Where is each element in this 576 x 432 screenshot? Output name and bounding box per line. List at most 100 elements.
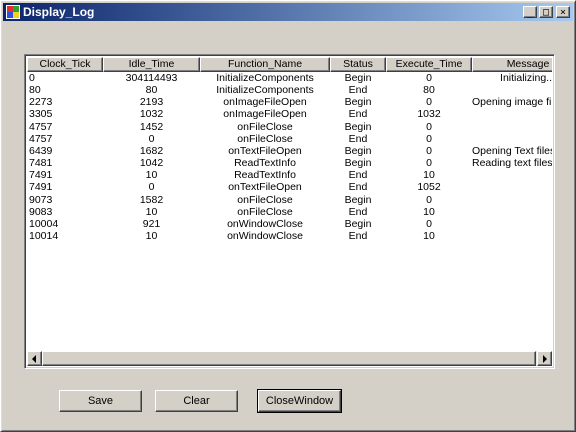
minimize-button[interactable]: _	[523, 6, 537, 18]
save-button[interactable]: Save	[59, 390, 142, 412]
cell-idle-time: 10	[145, 169, 158, 182]
cell-idle-time: 1682	[139, 144, 164, 157]
cell-function-name: onWindowClose	[227, 217, 303, 230]
cell-status: Begin	[344, 144, 372, 157]
cell-clock-tick: 9083	[29, 205, 53, 218]
cell-message	[472, 206, 552, 218]
list-rows: 0 304114493 InitializeComponents Begin 0 Init…	[27, 72, 552, 350]
cell-function-name: onWindowClose	[227, 229, 303, 242]
cell-function-name: ReadTextInfo	[234, 157, 296, 170]
cell-execute-time: 1052	[417, 181, 441, 194]
cell-execute-time: 10	[423, 169, 435, 182]
cell-function-name: onTextFileOpen	[228, 181, 302, 194]
cell-status: Begin	[344, 96, 372, 109]
column-header-function-name[interactable]: Function_Name	[200, 57, 330, 72]
window-title: Display_Log	[23, 5, 95, 19]
cell-idle-time: 1042	[139, 157, 164, 170]
cell-status: Begin	[344, 72, 372, 84]
table-row[interactable]: 7481 1042 ReadTextInfo Begin 0 Reading text f…	[27, 157, 552, 169]
cell-status: Begin	[344, 157, 372, 170]
cell-idle-time: 10	[145, 229, 158, 242]
table-row[interactable]: 9083 10 onFileClose End 10	[27, 206, 552, 218]
cell-clock-tick: 4757	[29, 132, 53, 145]
cell-function-name: onFileClose	[237, 193, 293, 206]
cell-message	[472, 169, 552, 181]
cell-message: Reading text files	[472, 157, 552, 170]
cell-clock-tick: 6439	[29, 144, 53, 157]
cell-clock-tick: 4757	[29, 120, 53, 133]
table-row[interactable]: 10014 10 onWindowClose End 10	[27, 230, 552, 242]
cell-execute-time: 1032	[417, 108, 441, 121]
cell-execute-time: 0	[426, 144, 432, 157]
cell-execute-time: 0	[426, 72, 432, 84]
table-row[interactable]: 9073 1582 onFileClose Begin 0	[27, 194, 552, 206]
table-row[interactable]: 10004 921 onWindowClose Begin 0	[27, 218, 552, 230]
cell-message	[472, 218, 552, 230]
cell-clock-tick: 3305	[29, 108, 53, 121]
table-row[interactable]: 0 304114493 InitializeComponents Begin 0 Init…	[27, 72, 552, 84]
app-icon	[6, 5, 20, 19]
cell-status: End	[348, 84, 368, 97]
cell-clock-tick: 9073	[29, 193, 53, 206]
cell-clock-tick: 0	[29, 72, 35, 84]
cell-idle-time: 0	[148, 181, 155, 194]
table-row[interactable]: 80 80 InitializeComponents End 80	[27, 84, 552, 96]
cell-function-name: onFileClose	[237, 132, 293, 145]
cell-status: End	[348, 132, 368, 145]
title-bar[interactable]: Display_Log _ □ ×	[3, 3, 573, 21]
cell-execute-time: 0	[426, 120, 432, 133]
column-header-status[interactable]: Status	[330, 57, 386, 72]
scrollbar-thumb[interactable]	[42, 351, 536, 366]
cell-execute-time: 0	[426, 193, 432, 206]
table-row[interactable]: 7491 10 ReadTextInfo End 10	[27, 169, 552, 181]
cell-execute-time: 10	[423, 229, 435, 242]
table-row[interactable]: 4757 1452 onFileClose Begin 0	[27, 121, 552, 133]
scroll-left-button[interactable]	[27, 351, 42, 366]
clear-button[interactable]: Clear	[155, 390, 238, 412]
maximize-button[interactable]: □	[539, 6, 553, 18]
table-row[interactable]: 4757 0 onFileClose End 0	[27, 133, 552, 145]
cell-clock-tick: 7491	[29, 181, 53, 194]
cell-status: End	[348, 169, 368, 182]
cell-message	[472, 121, 552, 133]
column-header-idle-time[interactable]: Idle_Time	[103, 57, 200, 72]
cell-message	[472, 181, 552, 193]
scroll-right-button[interactable]	[537, 351, 552, 366]
cell-clock-tick: 7481	[29, 157, 53, 170]
cell-idle-time: 2193	[139, 96, 164, 109]
table-row[interactable]: 7491 0 onTextFileOpen End 1052	[27, 181, 552, 193]
cell-idle-time: 1452	[139, 120, 164, 133]
cell-clock-tick: 10014	[29, 229, 59, 242]
column-header-message[interactable]: Message	[472, 57, 552, 72]
close-button[interactable]: ×	[556, 6, 570, 18]
horizontal-scrollbar[interactable]	[27, 351, 552, 366]
cell-idle-time: 1582	[139, 193, 164, 206]
cell-function-name: onFileClose	[237, 120, 293, 133]
cell-execute-time: 0	[426, 96, 432, 109]
arrow-right-icon	[543, 355, 547, 363]
cell-idle-time: 304114493	[125, 72, 178, 84]
cell-idle-time: 80	[145, 84, 158, 97]
cell-function-name: ReadTextInfo	[234, 169, 296, 182]
cell-function-name: onImageFileOpen	[223, 96, 307, 109]
cell-clock-tick: 10004	[29, 217, 59, 230]
cell-clock-tick: 80	[29, 84, 41, 97]
close-window-button[interactable]: CloseWindow	[257, 389, 342, 413]
cell-function-name: onTextFileOpen	[228, 144, 302, 157]
cell-message	[472, 84, 552, 96]
table-row[interactable]: 6439 1682 onTextFileOpen Begin 0 Opening Text…	[27, 145, 552, 157]
cell-status: End	[348, 205, 368, 218]
log-list-view[interactable]: Clock_Tick Idle_Time Function_Name Statu…	[24, 54, 555, 369]
cell-idle-time: 0	[148, 132, 155, 145]
table-row[interactable]: 3305 1032 onImageFileOpen End 1032	[27, 108, 552, 120]
column-header-execute-time[interactable]: Execute_Time	[386, 57, 472, 72]
display-log-window: Display_Log _ □ × Clock_Tick Idle_Time F…	[0, 0, 576, 432]
table-row[interactable]: 2273 2193 onImageFileOpen Begin 0 Opening ima…	[27, 96, 552, 108]
cell-function-name: InitializeComponents	[216, 84, 314, 97]
cell-clock-tick: 2273	[29, 96, 53, 109]
cell-message	[472, 230, 552, 242]
cell-status: Begin	[344, 120, 372, 133]
cell-function-name: onFileClose	[237, 205, 293, 218]
cell-message	[472, 133, 552, 145]
column-header-clock-tick[interactable]: Clock_Tick	[27, 57, 103, 72]
